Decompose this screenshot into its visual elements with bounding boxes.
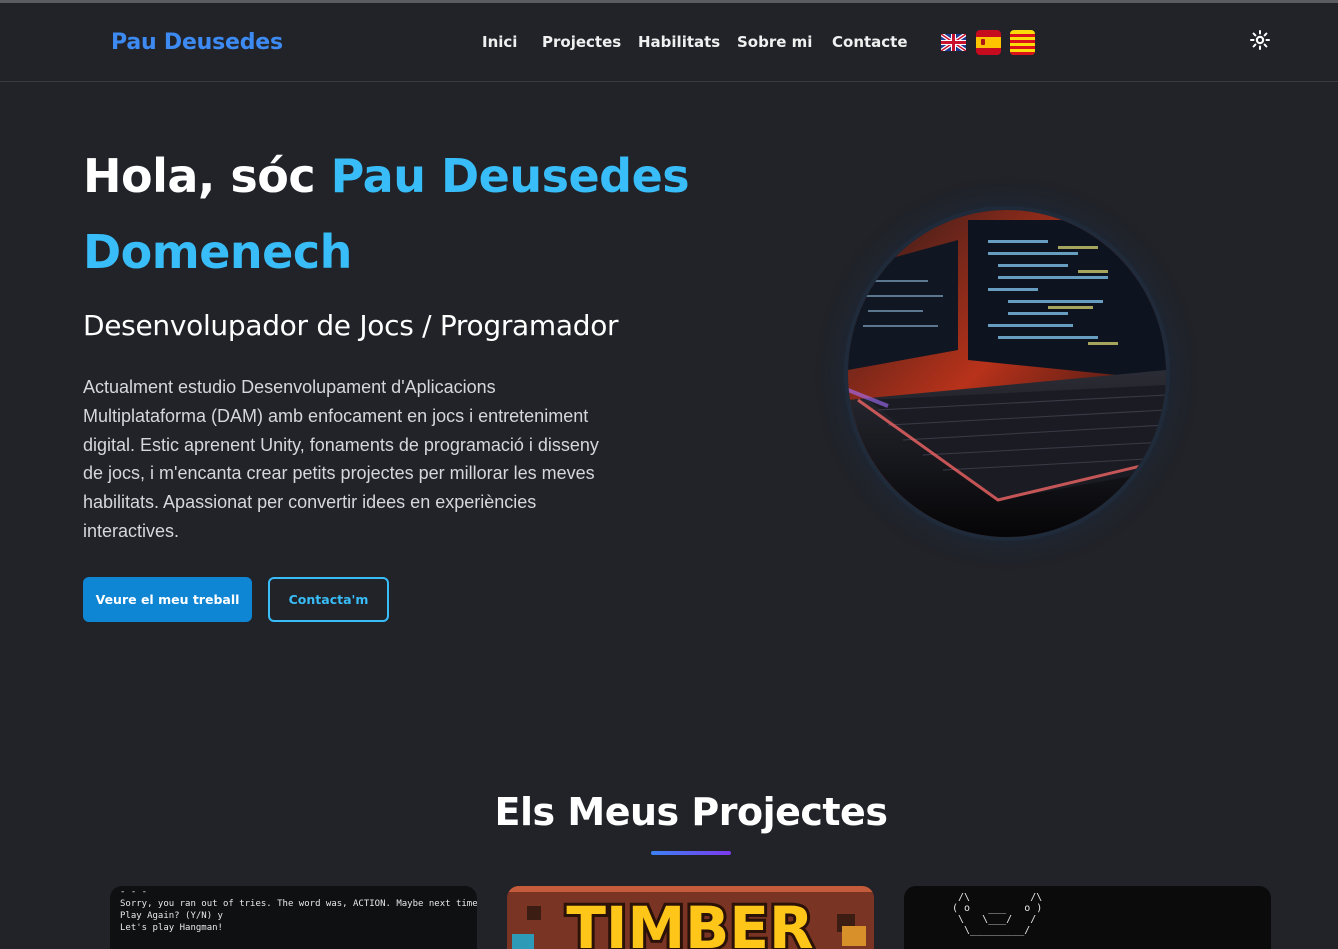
- terminal-line: Play Again? (Y/N) y: [120, 911, 223, 921]
- terminal-line: Sorry, you ran out of tries. The word wa…: [120, 899, 477, 909]
- timber-logo-text: TIMBER: [566, 894, 813, 949]
- project-card-timber[interactable]: TIMBER: [507, 886, 874, 949]
- hero-title: Hola, sóc Pau Deusedes Domenech: [83, 138, 703, 290]
- nav-link-habilitats[interactable]: Habilitats: [638, 33, 720, 51]
- terminal-line: Let's play Hangman!: [120, 923, 223, 933]
- hero-description: Actualment estudio Desenvolupament d'Apl…: [83, 377, 599, 541]
- uk-flag-icon[interactable]: [941, 30, 966, 55]
- terminal-line: - - -: [120, 887, 148, 897]
- title-underline: [651, 851, 731, 855]
- hero-image: [848, 210, 1166, 537]
- terminal-output: - - - Sorry, you ran out of tries. The wo…: [120, 886, 477, 934]
- catalonia-flag-icon[interactable]: [1010, 30, 1035, 55]
- contact-me-button[interactable]: Contacta'm: [268, 577, 389, 622]
- sun-icon[interactable]: [1249, 29, 1271, 51]
- nav-link-projectes[interactable]: Projectes: [542, 33, 621, 51]
- nav-link-contacte[interactable]: Contacte: [832, 33, 908, 51]
- main-nav: Inici Projectes Habilitats Sobre mi Cont…: [0, 33, 1338, 57]
- hero-greeting: Hola, sóc: [83, 149, 331, 203]
- project-card-ascii[interactable]: /\ /\ ( o ___ o ) \ \___/ / \_________/: [904, 886, 1271, 949]
- hero-subtitle: Desenvolupador de Jocs / Programador: [83, 309, 619, 342]
- projects-section-title: Els Meus Projectes: [494, 790, 888, 834]
- project-card-hangman[interactable]: - - - Sorry, you ran out of tries. The wo…: [110, 886, 477, 949]
- site-header: Pau Deusedes Inici Projectes Habilitats …: [0, 3, 1338, 82]
- nav-link-inici[interactable]: Inici: [482, 33, 517, 51]
- nav-link-sobre-mi[interactable]: Sobre mi: [737, 33, 812, 51]
- view-work-button[interactable]: Veure el meu treball: [83, 577, 252, 622]
- spain-flag-icon[interactable]: [976, 30, 1001, 55]
- timber-logo: TIMBER: [507, 886, 874, 949]
- ascii-art: /\ /\ ( o ___ o ) \ \___/ / \_________/: [952, 892, 1043, 936]
